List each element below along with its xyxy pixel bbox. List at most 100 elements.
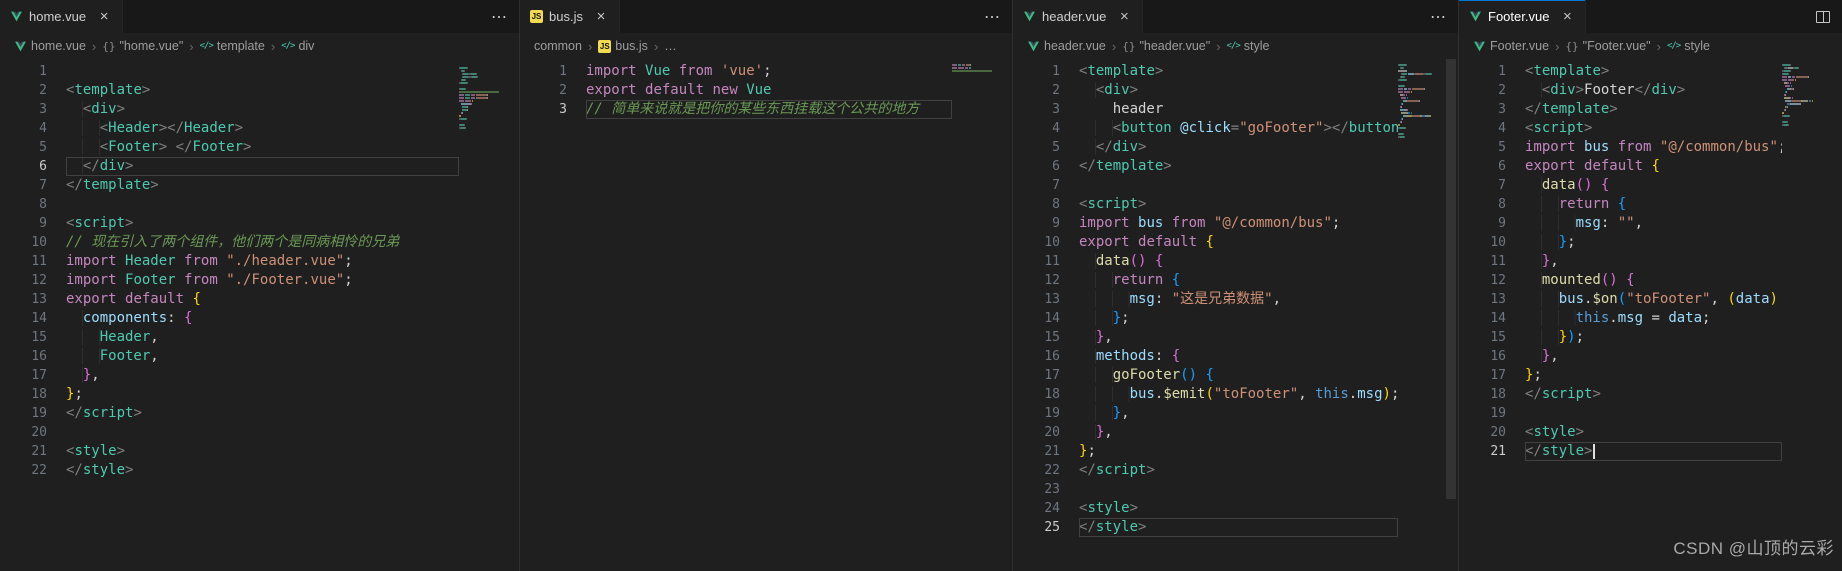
line-number[interactable]: 12 bbox=[0, 271, 47, 290]
line-number[interactable]: 22 bbox=[0, 461, 47, 480]
code-line[interactable]: 12 import Footer from "./Footer.vue"; bbox=[0, 271, 459, 290]
line-number[interactable]: 1 bbox=[1459, 62, 1506, 81]
line-text[interactable]: <style> bbox=[66, 442, 459, 461]
breadcrumb-item[interactable]: … bbox=[664, 39, 677, 53]
code-line[interactable]: 5 </div> bbox=[1013, 138, 1398, 157]
tab-footer-vue[interactable]: Footer.vue × bbox=[1459, 0, 1587, 33]
line-text[interactable]: msg: "这是兄弟数据", bbox=[1079, 290, 1398, 309]
code-line[interactable]: 13 msg: "这是兄弟数据", bbox=[1013, 290, 1398, 309]
line-text[interactable]: }, bbox=[1079, 328, 1398, 347]
line-number[interactable]: 3 bbox=[1459, 100, 1506, 119]
minimap[interactable] bbox=[459, 59, 505, 571]
code-line[interactable]: 17 goFooter() { bbox=[1013, 366, 1398, 385]
more-actions-icon[interactable]: ⋯ bbox=[1418, 0, 1458, 33]
line-text[interactable] bbox=[1079, 176, 1398, 195]
line-text[interactable]: export default { bbox=[66, 290, 459, 309]
more-actions-icon[interactable]: ⋯ bbox=[972, 0, 1012, 33]
line-text[interactable]: export default { bbox=[1525, 157, 1782, 176]
close-icon[interactable]: × bbox=[1559, 8, 1575, 25]
line-number[interactable]: 12 bbox=[1459, 271, 1506, 290]
code-line[interactable]: 19 bbox=[1459, 404, 1782, 423]
code-line[interactable]: 9 import bus from "@/common/bus"; bbox=[1013, 214, 1398, 233]
code-line[interactable]: 9 <script> bbox=[0, 214, 459, 233]
line-text[interactable]: // 现在引入了两个组件，他们两个是同病相怜的兄弟 bbox=[66, 233, 459, 252]
line-text[interactable]: }; bbox=[1079, 309, 1398, 328]
code-line[interactable]: 3 // 简单来说就是把你的某些东西挂载这个公共的地方 bbox=[520, 100, 952, 119]
line-number[interactable]: 14 bbox=[1459, 309, 1506, 328]
line-text[interactable]: }; bbox=[1525, 233, 1782, 252]
code-line[interactable]: 2 <div> bbox=[1013, 81, 1398, 100]
code-line[interactable]: 10 // 现在引入了两个组件，他们两个是同病相怜的兄弟 bbox=[0, 233, 459, 252]
line-number[interactable]: 6 bbox=[1013, 157, 1060, 176]
line-text[interactable] bbox=[1525, 404, 1782, 423]
line-text[interactable]: // 简单来说就是把你的某些东西挂载这个公共的地方 bbox=[586, 100, 952, 119]
code-line[interactable]: 1 <template> bbox=[1459, 62, 1782, 81]
line-text[interactable]: return { bbox=[1079, 271, 1398, 290]
code-line[interactable]: 15 }); bbox=[1459, 328, 1782, 347]
line-number[interactable]: 20 bbox=[0, 423, 47, 442]
line-text[interactable]: <Footer> </Footer> bbox=[66, 138, 459, 157]
line-number[interactable]: 5 bbox=[1013, 138, 1060, 157]
line-number[interactable]: 13 bbox=[0, 290, 47, 309]
line-number[interactable]: 16 bbox=[0, 347, 47, 366]
code-line[interactable]: 4 <script> bbox=[1459, 119, 1782, 138]
line-text[interactable]: }, bbox=[1525, 347, 1782, 366]
line-text[interactable]: mounted() { bbox=[1525, 271, 1782, 290]
code-area[interactable]: 1 <template> 2 <div>Footer</div> 3 </templat… bbox=[1459, 59, 1782, 571]
line-text[interactable]: return { bbox=[1525, 195, 1782, 214]
line-text[interactable]: import bus from "@/common/bus"; bbox=[1525, 138, 1782, 157]
split-editor-icon[interactable] bbox=[1804, 0, 1842, 33]
line-number[interactable]: 9 bbox=[0, 214, 47, 233]
line-text[interactable]: import Footer from "./Footer.vue"; bbox=[66, 271, 459, 290]
line-text[interactable] bbox=[1079, 480, 1398, 499]
line-number[interactable]: 18 bbox=[0, 385, 47, 404]
line-number[interactable]: 2 bbox=[520, 81, 567, 100]
line-text[interactable]: <template> bbox=[1079, 62, 1398, 81]
tab-bus-js[interactable]: JS bus.js × bbox=[520, 0, 620, 33]
code-line[interactable]: 12 return { bbox=[1013, 271, 1398, 290]
line-number[interactable]: 10 bbox=[1459, 233, 1506, 252]
line-number[interactable]: 16 bbox=[1459, 347, 1506, 366]
line-number[interactable]: 10 bbox=[0, 233, 47, 252]
minimap[interactable] bbox=[1398, 59, 1444, 571]
line-text[interactable]: methods: { bbox=[1079, 347, 1398, 366]
line-number[interactable]: 12 bbox=[1013, 271, 1060, 290]
code-line[interactable]: 8 <script> bbox=[1013, 195, 1398, 214]
more-actions-icon[interactable]: ⋯ bbox=[479, 0, 519, 33]
code-line[interactable]: 12 mounted() { bbox=[1459, 271, 1782, 290]
line-number[interactable]: 11 bbox=[1459, 252, 1506, 271]
code-line[interactable]: 3 </template> bbox=[1459, 100, 1782, 119]
code-line[interactable]: 7 data() { bbox=[1459, 176, 1782, 195]
code-line[interactable]: 6 export default { bbox=[1459, 157, 1782, 176]
line-number[interactable]: 3 bbox=[0, 100, 47, 119]
line-number[interactable]: 6 bbox=[0, 157, 47, 176]
line-number[interactable]: 8 bbox=[1459, 195, 1506, 214]
code-line[interactable]: 14 components: { bbox=[0, 309, 459, 328]
code-line[interactable]: 13 export default { bbox=[0, 290, 459, 309]
breadcrumb-item[interactable]: common bbox=[534, 39, 582, 53]
line-number[interactable]: 15 bbox=[0, 328, 47, 347]
close-icon[interactable]: × bbox=[96, 8, 112, 25]
line-text[interactable]: Header, bbox=[66, 328, 459, 347]
line-number[interactable]: 21 bbox=[0, 442, 47, 461]
line-text[interactable]: components: { bbox=[66, 309, 459, 328]
code-line[interactable]: 20 <style> bbox=[1459, 423, 1782, 442]
line-number[interactable]: 8 bbox=[0, 195, 47, 214]
line-text[interactable]: bus.$emit("toFooter", this.msg); bbox=[1079, 385, 1398, 404]
line-number[interactable]: 9 bbox=[1013, 214, 1060, 233]
line-number[interactable]: 3 bbox=[520, 100, 567, 119]
code-line[interactable]: 21 <style> bbox=[0, 442, 459, 461]
minimap[interactable] bbox=[952, 59, 998, 571]
close-icon[interactable]: × bbox=[593, 8, 609, 25]
code-line[interactable]: 2 <div>Footer</div> bbox=[1459, 81, 1782, 100]
code-line[interactable]: 15 Header, bbox=[0, 328, 459, 347]
close-icon[interactable]: × bbox=[1116, 8, 1132, 25]
line-text[interactable] bbox=[66, 423, 459, 442]
line-number[interactable]: 1 bbox=[1013, 62, 1060, 81]
code-line[interactable]: 17}; bbox=[1459, 366, 1782, 385]
code-line[interactable]: 7 </template> bbox=[0, 176, 459, 195]
line-number[interactable]: 25 bbox=[1013, 518, 1060, 537]
line-number[interactable]: 18 bbox=[1013, 385, 1060, 404]
line-number[interactable]: 5 bbox=[0, 138, 47, 157]
line-text[interactable]: msg: "", bbox=[1525, 214, 1782, 233]
